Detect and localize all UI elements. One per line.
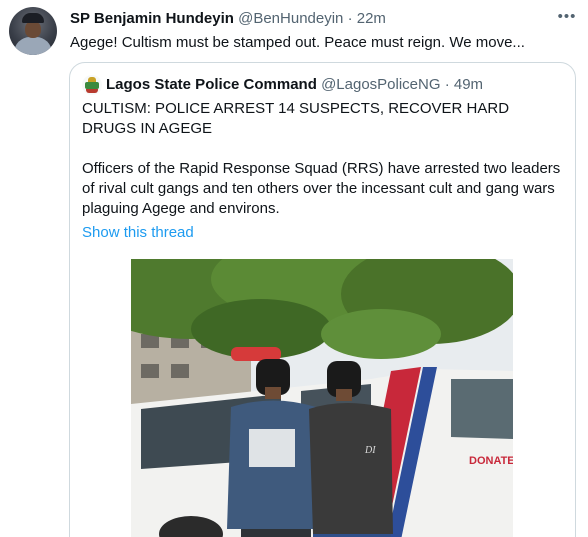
quoted-body: Officers of the Rapid Response Squad (RR… bbox=[82, 160, 561, 217]
author-name[interactable]: SP Benjamin Hundeyin bbox=[70, 10, 234, 27]
author-avatar[interactable] bbox=[9, 7, 57, 55]
tweet[interactable]: SP Benjamin Hundeyin @BenHundeyin · 22m … bbox=[0, 0, 588, 537]
header-separator: · bbox=[347, 10, 353, 27]
vehicle-text: DONATE bbox=[469, 455, 513, 467]
tweet-header: SP Benjamin Hundeyin @BenHundeyin · 22m bbox=[70, 9, 386, 29]
arrest-photo[interactable]: DONATE DI bbox=[131, 259, 513, 537]
quoted-author-avatar bbox=[82, 75, 102, 95]
quoted-author-handle: @LagosPoliceNG bbox=[321, 76, 441, 93]
more-horizontal-icon[interactable]: ••• bbox=[556, 8, 578, 28]
author-handle[interactable]: @BenHundeyin bbox=[238, 10, 343, 27]
shirt-text: DI bbox=[365, 445, 376, 456]
crest-bottom-shape bbox=[86, 89, 98, 93]
quoted-headline: CULTISM: POLICE ARREST 14 SUSPECTS, RECO… bbox=[82, 100, 510, 137]
avatar-face bbox=[25, 21, 41, 38]
quoted-tweet-text: CULTISM: POLICE ARREST 14 SUSPECTS, RECO… bbox=[82, 99, 562, 219]
quoted-tweet-header: Lagos State Police Command @LagosPoliceN… bbox=[106, 75, 483, 95]
avatar-uniform bbox=[14, 37, 52, 55]
show-thread-link[interactable]: Show this thread bbox=[82, 223, 194, 243]
tweet-text: Agege! Cultism must be stamped out. Peac… bbox=[70, 34, 525, 51]
tweet-time[interactable]: 22m bbox=[357, 10, 386, 27]
quoted-tweet-time: 49m bbox=[453, 76, 484, 93]
crest-middle-shape bbox=[85, 82, 99, 89]
avatar-cap bbox=[22, 13, 44, 23]
quoted-header-separator: · bbox=[444, 76, 450, 93]
arrest-photo-scene bbox=[131, 259, 513, 537]
quoted-tweet[interactable]: Lagos State Police Command @LagosPoliceN… bbox=[69, 62, 576, 537]
quoted-author-name: Lagos State Police Command bbox=[106, 76, 317, 93]
